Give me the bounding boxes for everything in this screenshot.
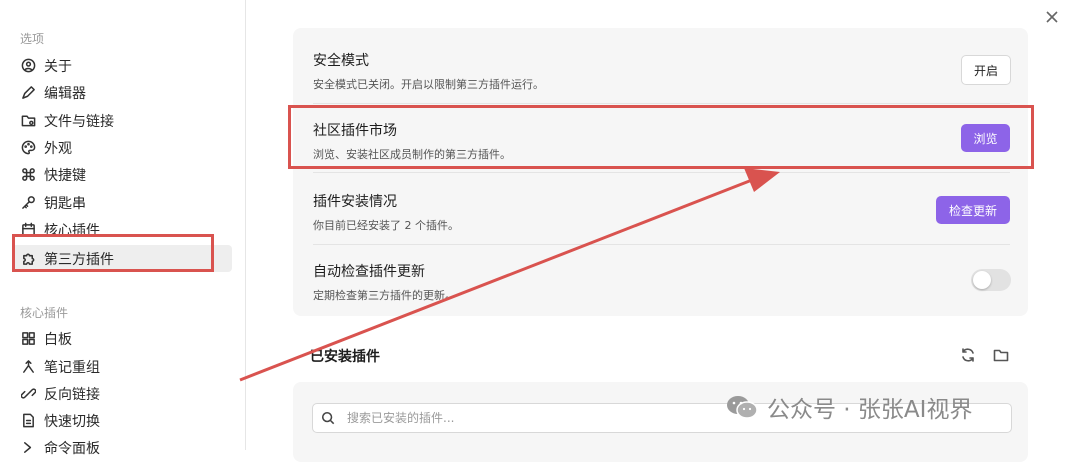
auto-update-toggle[interactable] xyxy=(971,269,1011,291)
sidebar-item-label: 快捷键 xyxy=(44,167,86,184)
setting-title: 插件安装情况 xyxy=(313,194,397,210)
setting-auto-update: 自动检查插件更新 定期检查第三方插件的更新。 xyxy=(313,261,1013,303)
backlink-icon xyxy=(20,386,36,402)
divider xyxy=(313,103,1010,104)
sidebar-item-note-composer[interactable]: 笔记重组 xyxy=(12,353,232,380)
setting-title: 安全模式 xyxy=(313,53,369,69)
divider xyxy=(313,172,1010,173)
divider xyxy=(313,244,1010,245)
sidebar-item-canvas[interactable]: 白板 xyxy=(12,325,232,352)
sidebar-item-keychain[interactable]: 钥匙串 xyxy=(12,189,232,216)
setting-community-market: 社区插件市场 浏览、安装社区成员制作的第三方插件。 xyxy=(313,120,1013,162)
key-icon xyxy=(20,195,36,211)
sidebar-item-label: 外观 xyxy=(44,140,72,157)
close-button[interactable] xyxy=(1042,7,1062,27)
sidebar-item-label: 笔记重组 xyxy=(44,359,100,376)
sidebar-item-label: 关于 xyxy=(44,58,72,75)
sidebar-item-hotkeys[interactable]: 快捷键 xyxy=(12,161,232,188)
sidebar-item-label: 快速切换 xyxy=(44,413,100,430)
setting-description: 浏览、安装社区成员制作的第三方插件。 xyxy=(313,148,511,161)
refresh-icon xyxy=(962,348,974,362)
info-circle-icon xyxy=(20,58,36,74)
setting-description: 定期检查第三方插件的更新。 xyxy=(313,289,456,302)
watermark: 公众号 · 张张AI视界 xyxy=(725,390,972,424)
toggle-knob xyxy=(973,271,991,289)
sidebar-item-third-party-plugins[interactable]: 第三方插件 xyxy=(12,245,232,272)
folder-icon xyxy=(993,349,1009,362)
sidebar-item-core-plugins[interactable]: 核心插件 xyxy=(12,216,232,243)
setting-title: 社区插件市场 xyxy=(313,123,397,139)
open-plugins-folder-button[interactable] xyxy=(991,345,1011,365)
sidebar-item-about[interactable]: 关于 xyxy=(12,52,232,79)
setting-description: 你目前已经安装了 2 个插件。 xyxy=(313,219,459,232)
browse-plugins-button[interactable]: 浏览 xyxy=(961,124,1010,152)
close-icon xyxy=(1046,11,1058,23)
section-label-core: 核心插件 xyxy=(20,306,69,320)
sidebar-item-label: 编辑器 xyxy=(44,85,86,102)
sidebar-item-command-palette[interactable]: 命令面板 xyxy=(12,434,232,461)
safe-mode-enable-button[interactable]: 开启 xyxy=(961,55,1011,85)
settings-sidebar: 选项 关于 编辑器 文件与链接 外观 快捷键 钥匙串 核心插件 第三方插件 核心… xyxy=(0,0,246,457)
palette-icon xyxy=(20,140,36,156)
puzzle-icon xyxy=(20,251,36,267)
search-icon xyxy=(321,410,337,426)
setting-install-status: 插件安装情况 你目前已经安装了 2 个插件。 xyxy=(313,191,1013,233)
wechat-logo-icon xyxy=(727,396,758,419)
installed-plugins-heading: 已安装插件 xyxy=(310,349,380,365)
sidebar-item-quick-switcher[interactable]: 快速切换 xyxy=(12,407,232,434)
sidebar-item-files-links[interactable]: 文件与链接 xyxy=(12,107,232,134)
setting-description: 安全模式已关闭。开启以限制第三方插件运行。 xyxy=(313,78,544,91)
reload-plugins-button[interactable] xyxy=(958,345,978,365)
sidebar-item-backlinks[interactable]: 反向链接 xyxy=(12,380,232,407)
section-label-options: 选项 xyxy=(20,32,45,46)
calendar-icon xyxy=(20,222,36,238)
sidebar-item-label: 反向链接 xyxy=(44,386,100,403)
setting-safe-mode: 安全模式 安全模式已关闭。开启以限制第三方插件运行。 xyxy=(313,50,1013,92)
folder-link-icon xyxy=(20,113,36,129)
check-updates-button[interactable]: 检查更新 xyxy=(936,196,1010,224)
pen-icon xyxy=(20,85,36,101)
command-icon xyxy=(20,167,36,183)
sidebar-item-label: 命令面板 xyxy=(44,440,100,457)
merge-icon xyxy=(20,359,36,375)
switch-icon xyxy=(20,413,36,429)
sidebar-item-label: 钥匙串 xyxy=(44,195,86,212)
sidebar-item-label: 第三方插件 xyxy=(44,251,114,268)
sidebar-item-label: 核心插件 xyxy=(44,222,100,239)
grid-icon xyxy=(20,331,36,347)
setting-title: 自动检查插件更新 xyxy=(313,264,425,280)
sidebar-item-appearance[interactable]: 外观 xyxy=(12,134,232,161)
chevron-right-icon xyxy=(20,440,36,456)
sidebar-item-label: 白板 xyxy=(44,331,72,348)
sidebar-item-label: 文件与链接 xyxy=(44,113,114,130)
sidebar-item-editor[interactable]: 编辑器 xyxy=(12,79,232,106)
watermark-text: 公众号 · 张张AI视界 xyxy=(767,397,973,423)
